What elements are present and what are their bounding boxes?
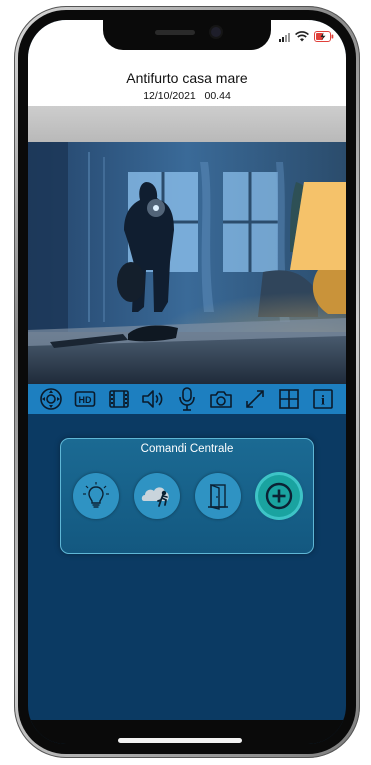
lights-command-button[interactable] — [73, 473, 119, 519]
home-indicator[interactable] — [118, 738, 242, 743]
grid-icon — [279, 389, 299, 409]
microphone-button[interactable] — [174, 386, 200, 412]
add-command-button[interactable] — [258, 475, 300, 517]
camera-toolbar: HD i — [28, 384, 346, 414]
earpiece-speaker — [155, 30, 195, 35]
intruder-alarm-icon — [141, 487, 169, 507]
audio-button[interactable] — [140, 386, 166, 412]
snapshot-button[interactable] — [208, 386, 234, 412]
header-separator-bar — [28, 106, 346, 142]
grid-view-button[interactable] — [276, 386, 302, 412]
record-video-button[interactable] — [106, 386, 132, 412]
door-icon — [208, 483, 228, 510]
status-icons — [279, 30, 334, 42]
info-label: i — [321, 394, 325, 409]
camera-title: Antifurto casa mare — [126, 70, 248, 86]
battery-charging-icon — [314, 31, 334, 42]
intrusion-alarm-command-button[interactable] — [134, 473, 180, 519]
speaker-icon — [142, 390, 163, 408]
hd-label: HD — [79, 395, 92, 405]
wifi-icon — [295, 31, 309, 42]
microphone-icon — [179, 387, 195, 411]
light-bulb-icon — [83, 482, 109, 508]
camera-icon — [210, 391, 232, 408]
phone-frame: Antifurto casa mare 12/10/2021 00.44 HD … — [14, 6, 360, 758]
ptz-control-button[interactable] — [38, 386, 64, 412]
hd-icon: HD — [74, 391, 96, 407]
app-screen: Antifurto casa mare 12/10/2021 00.44 HD … — [28, 20, 346, 744]
film-icon — [109, 390, 129, 408]
fullscreen-icon — [246, 390, 264, 408]
front-camera — [211, 27, 221, 37]
camera-datetime: 12/10/2021 00.44 — [143, 90, 231, 102]
fullscreen-button[interactable] — [242, 386, 268, 412]
cellular-signal-icon — [279, 32, 290, 42]
info-icon: i — [313, 389, 333, 409]
notch — [103, 20, 271, 50]
panel-title: Comandi Centrale — [140, 443, 234, 455]
camera-header: Antifurto casa mare 12/10/2021 00.44 — [28, 58, 346, 106]
live-video-feed[interactable] — [28, 142, 346, 384]
info-button[interactable]: i — [310, 386, 336, 412]
ptz-icon — [40, 388, 62, 410]
intruder-scene-image — [28, 142, 346, 384]
door-command-button[interactable] — [195, 473, 241, 519]
add-icon — [265, 482, 293, 510]
hd-button[interactable]: HD — [72, 386, 98, 412]
central-commands-panel: Comandi Centrale — [60, 438, 314, 554]
